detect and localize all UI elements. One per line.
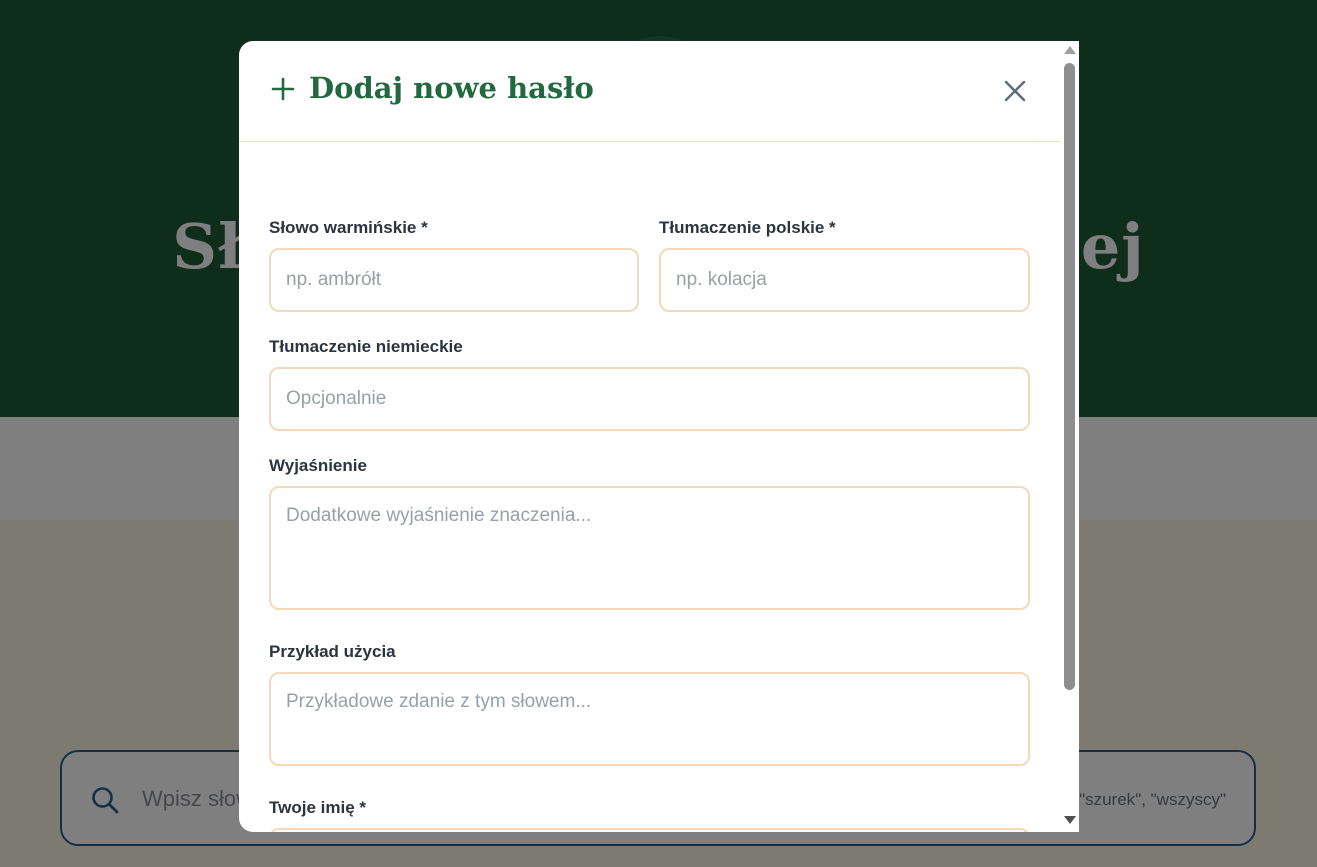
polish-translation-label: Tłumaczenie polskie *: [659, 218, 836, 237]
explanation-label: Wyjaśnienie: [269, 456, 367, 475]
scrollbar-thumb[interactable]: [1064, 63, 1075, 690]
german-translation-input[interactable]: [269, 367, 1030, 431]
close-button[interactable]: [1003, 79, 1027, 103]
usage-example-textarea[interactable]: [269, 672, 1030, 766]
plus-icon: [271, 77, 295, 101]
scroll-up-arrow-icon[interactable]: [1064, 46, 1076, 54]
scroll-down-arrow-icon[interactable]: [1064, 816, 1076, 824]
add-entry-modal: Dodaj nowe hasło Słowo warmińskie * Tłum…: [239, 41, 1079, 832]
warmian-word-label: Słowo warmińskie *: [269, 218, 428, 237]
warmian-word-input[interactable]: [269, 248, 639, 312]
modal-title: Dodaj nowe hasło: [309, 71, 594, 105]
polish-translation-input[interactable]: [659, 248, 1030, 312]
your-name-label: Twoje imię *: [269, 798, 366, 817]
explanation-textarea[interactable]: [269, 486, 1030, 610]
add-entry-form: Słowo warmińskie * Tłumaczenie polskie *…: [269, 142, 1030, 832]
close-icon: [1004, 80, 1026, 102]
german-translation-label: Tłumaczenie niemieckie: [269, 337, 463, 356]
your-name-input[interactable]: [269, 828, 1030, 832]
modal-scrollbar[interactable]: [1060, 41, 1079, 832]
modal-header: Dodaj nowe hasło: [239, 41, 1060, 142]
usage-example-label: Przykład użycia: [269, 642, 396, 661]
